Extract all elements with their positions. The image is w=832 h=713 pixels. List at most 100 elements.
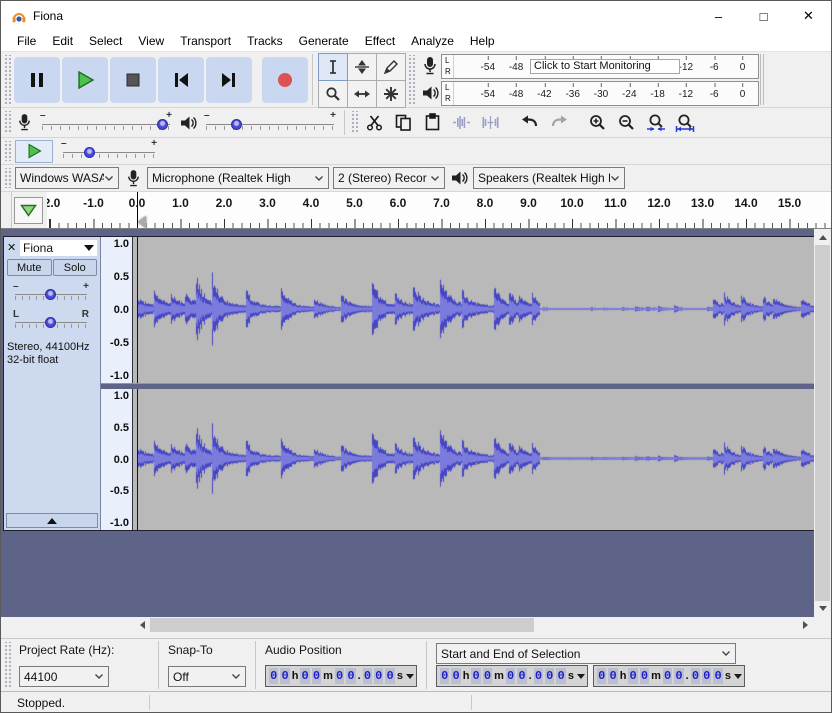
time-digit[interactable]: 0 [690,668,701,684]
time-digit[interactable]: 0 [374,668,384,684]
time-digit[interactable]: 0 [346,668,356,684]
fit-selection-button[interactable] [641,110,670,136]
undo-button[interactable] [515,110,544,136]
time-format-arrow-icon[interactable] [576,674,585,683]
menu-item[interactable]: Effect [357,31,403,51]
time-digit[interactable]: 0 [608,668,618,684]
menu-item[interactable]: File [9,31,44,51]
time-digit[interactable]: 0 [300,668,310,684]
time-digit[interactable]: 0 [280,668,290,684]
envelope-tool-button[interactable] [347,52,377,81]
transport-toolbar-grip[interactable] [3,55,11,104]
time-digit[interactable]: 0 [702,668,712,684]
time-digit[interactable]: 0 [482,668,493,684]
playback-volume-slider[interactable]: – + [204,110,336,135]
minimize-button[interactable]: – [696,2,741,31]
maximize-button[interactable]: □ [741,2,786,31]
draw-tool-button[interactable] [376,52,406,81]
zoom-out-button[interactable] [612,110,641,136]
skip-to-start-button[interactable] [158,56,204,103]
time-digit[interactable]: 0 [269,668,279,684]
time-unit[interactable]: s [725,670,731,682]
multi-tool-button[interactable] [376,79,406,108]
waveform-right-channel[interactable] [133,389,815,530]
stop-button[interactable] [110,56,156,103]
playback-device-dropdown[interactable]: Speakers (Realtek High Def [473,167,625,189]
paste-button[interactable] [418,110,447,136]
time-digit[interactable]: 0 [533,668,544,684]
vertical-scrollbar[interactable] [814,229,831,617]
waveform-canvas[interactable] [137,389,814,528]
time-digit[interactable]: 0 [334,668,345,684]
waveform-left-channel[interactable] [133,237,815,383]
trim-audio-button[interactable] [447,110,476,136]
menu-item[interactable]: Tracks [239,31,291,51]
track-collapse-button[interactable] [6,513,98,528]
selection-toolbar-grip[interactable] [3,642,11,688]
playhead-pin-icon[interactable] [138,216,146,228]
record-button[interactable] [262,56,308,103]
time-digit[interactable]: 0 [556,668,566,684]
skip-to-end-button[interactable] [206,56,252,103]
track-area[interactable]: ✕ Fiona Mute Solo – + L R Stereo, 44100H… [1,229,831,617]
selection-mode-dropdown[interactable]: Start and End of Selection [436,643,736,664]
time-unit[interactable]: m [494,670,504,682]
time-unit[interactable]: . [358,670,361,682]
copy-button[interactable] [389,110,418,136]
time-format-arrow-icon[interactable] [733,674,742,683]
recording-device-dropdown[interactable]: Microphone (Realtek High [147,167,329,189]
track-pan-thumb[interactable] [45,317,56,328]
track-pan-slider[interactable]: L R [13,309,89,332]
zoom-in-button[interactable] [583,110,612,136]
play-at-speed-grip[interactable] [3,141,11,161]
recording-volume-thumb[interactable] [156,118,168,130]
selection-end-field[interactable]: 00h00m00.000s [593,665,745,687]
time-digit[interactable]: 0 [505,668,516,684]
time-unit[interactable]: h [620,670,627,682]
time-shift-tool-button[interactable] [347,79,377,108]
horizontal-scroll-thumb[interactable] [150,618,534,632]
selection-start-field[interactable]: 00h00m00.000s [436,665,588,687]
scroll-down-button[interactable] [814,601,831,617]
silence-audio-button[interactable] [476,110,505,136]
fit-project-button[interactable] [670,110,699,136]
menu-item[interactable]: Transport [172,31,239,51]
time-format-arrow-icon[interactable] [405,674,414,683]
close-button[interactable]: ✕ [786,2,831,31]
time-digit[interactable]: 0 [545,668,555,684]
recording-meter[interactable]: L R -54-48-42-36-30-24-18-12-60 Click to… [441,53,759,79]
scroll-left-button[interactable] [134,617,150,633]
selection-tool-button[interactable] [318,52,348,81]
edit-toolbar-grip[interactable] [350,111,358,134]
time-unit[interactable]: h [463,670,470,682]
mixer-toolbar-grip[interactable] [3,111,11,134]
time-unit[interactable]: . [529,670,532,682]
waveform-canvas[interactable] [137,237,814,381]
cut-button[interactable] [360,110,389,136]
play-button[interactable] [62,56,108,103]
time-unit[interactable]: m [651,670,661,682]
meter-toolbar-grip[interactable] [407,55,415,104]
time-digit[interactable]: 0 [662,668,673,684]
scroll-up-button[interactable] [814,229,831,245]
timeline-ruler[interactable]: -2.0 -1.0 0.0 1.0 2.0 3.0 4.0 5.0 6.0 7.0 8.0 9.0 10… [47,192,831,228]
horizontal-scroll-track[interactable] [150,617,798,633]
time-digit[interactable]: 0 [628,668,638,684]
time-digit[interactable]: 0 [451,668,461,684]
playback-volume-thumb[interactable] [231,118,242,130]
snap-to-dropdown[interactable]: Off [168,666,246,687]
time-unit[interactable]: s [397,670,403,682]
time-digit[interactable]: 0 [385,668,395,684]
device-toolbar-grip[interactable] [3,168,11,188]
menu-item[interactable]: Edit [44,31,81,51]
play-at-speed-button[interactable] [15,139,53,163]
timeline-options-button[interactable] [14,196,43,224]
menu-item[interactable]: Generate [291,31,357,51]
play-speed-thumb[interactable] [83,147,95,158]
time-digit[interactable]: 0 [517,668,527,684]
track-menu-button[interactable]: Fiona [20,239,97,256]
audio-host-dropdown[interactable]: Windows WASA [15,167,119,189]
track-gain-thumb[interactable] [45,289,56,300]
track-close-button[interactable]: ✕ [7,241,20,254]
time-digit[interactable]: 0 [311,668,322,684]
